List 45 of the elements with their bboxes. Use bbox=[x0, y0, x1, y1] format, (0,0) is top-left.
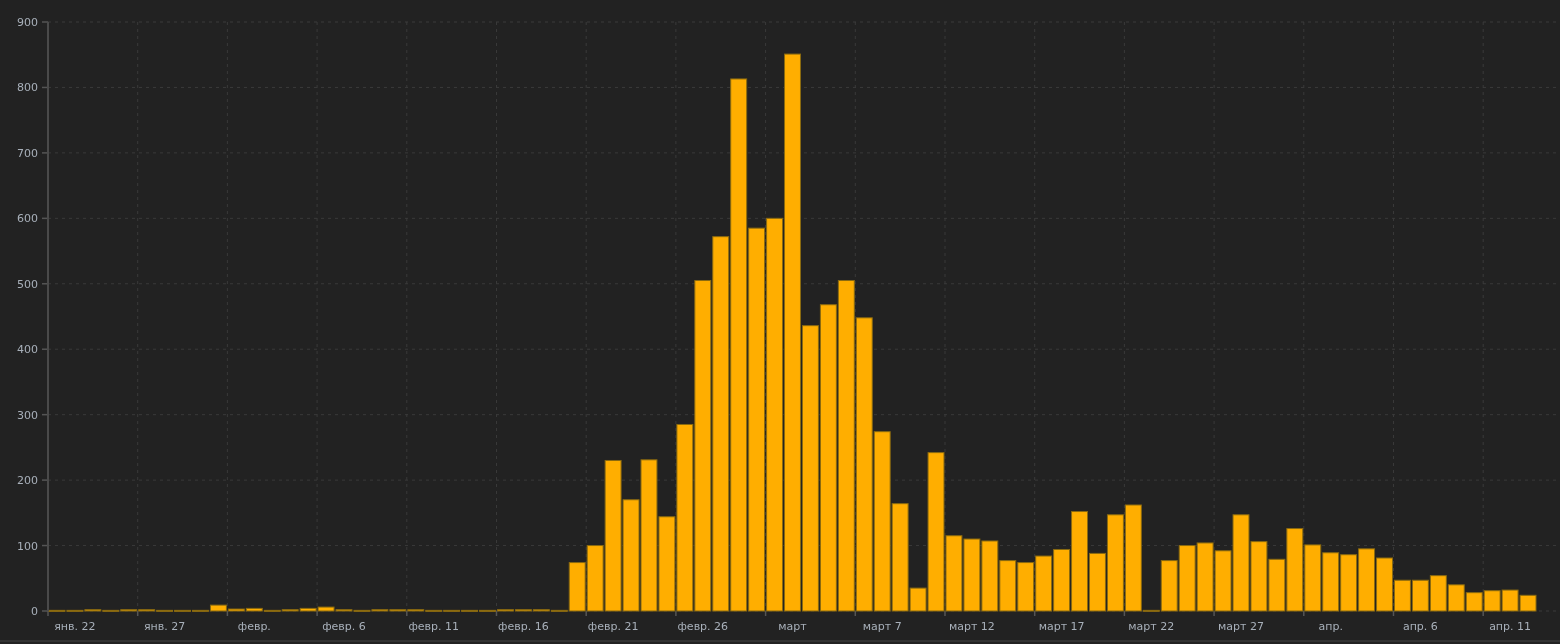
y-axis-label: 0 bbox=[31, 605, 38, 618]
x-axis-label: март 17 bbox=[1038, 620, 1085, 633]
bar bbox=[1196, 542, 1214, 612]
y-axis-label: 200 bbox=[17, 474, 38, 488]
y-axis-label: 100 bbox=[17, 539, 38, 553]
bar bbox=[1429, 575, 1447, 612]
x-axis-label: апр. 6 bbox=[1402, 620, 1438, 633]
bar bbox=[1358, 548, 1376, 612]
x-axis-label: март 7 bbox=[862, 620, 902, 633]
y-axis-label: 800 bbox=[17, 81, 38, 95]
bar bbox=[1465, 592, 1483, 612]
x-axis-label: февр. 6 bbox=[322, 620, 366, 633]
x-axis-label: март 12 bbox=[948, 620, 995, 633]
x-axis-label: февр. 26 bbox=[677, 620, 729, 633]
bar bbox=[1340, 554, 1358, 612]
bar bbox=[1483, 590, 1501, 612]
x-axis-label: апр. bbox=[1318, 620, 1343, 633]
bar bbox=[1017, 562, 1035, 612]
x-axis-label: апр. 11 bbox=[1489, 620, 1532, 633]
bar bbox=[1501, 589, 1519, 612]
y-axis-label: 900 bbox=[17, 16, 38, 29]
x-axis-label: февр. 21 bbox=[587, 620, 639, 633]
y-axis-label: 700 bbox=[17, 146, 38, 160]
y-axis-label: 400 bbox=[17, 343, 38, 357]
x-axis-label: февр. 11 bbox=[408, 620, 460, 633]
x-axis-label: март 22 bbox=[1128, 620, 1175, 633]
x-axis-label: янв. 22 bbox=[54, 620, 96, 633]
bar bbox=[999, 560, 1017, 612]
bar bbox=[1322, 552, 1340, 612]
bar bbox=[1304, 544, 1322, 612]
x-axis-label: февр. bbox=[237, 620, 271, 633]
y-axis-label: 600 bbox=[17, 212, 38, 226]
y-axis-label: 300 bbox=[17, 408, 38, 422]
y-axis-label: 500 bbox=[17, 277, 38, 291]
bar bbox=[981, 540, 999, 612]
bar bbox=[1035, 555, 1053, 612]
x-axis-label: февр. 16 bbox=[498, 620, 549, 633]
bar bbox=[1411, 579, 1429, 612]
x-axis-label: янв. 27 bbox=[143, 620, 186, 633]
bar bbox=[1447, 584, 1465, 612]
bar bbox=[1250, 541, 1268, 612]
x-axis-label: март bbox=[778, 620, 807, 633]
bar bbox=[1178, 545, 1196, 612]
bar bbox=[1519, 594, 1537, 612]
x-axis-label: март 27 bbox=[1218, 620, 1264, 633]
